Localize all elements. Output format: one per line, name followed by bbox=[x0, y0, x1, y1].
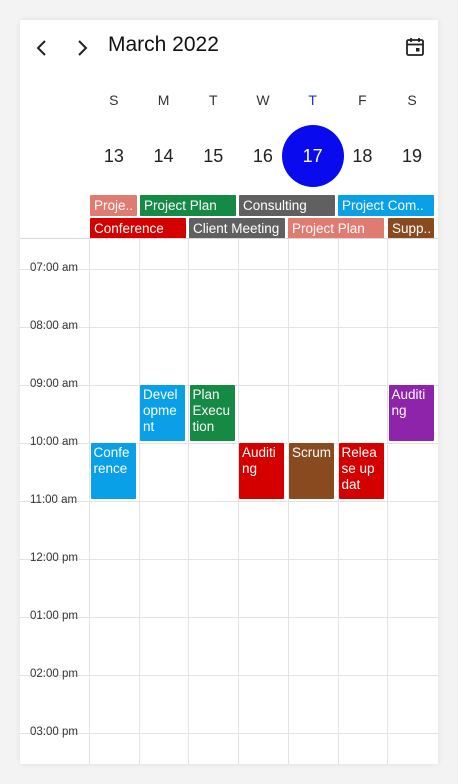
chevron-right-icon bbox=[78, 40, 88, 56]
today-button[interactable] bbox=[404, 36, 428, 60]
day-number[interactable]: 16 bbox=[238, 146, 288, 166]
calendar-card: March 2022 S M T W T F S 13 14 15 16 17 … bbox=[20, 20, 438, 764]
appointment[interactable]: Conference bbox=[90, 443, 136, 499]
day-number[interactable]: 18 bbox=[338, 146, 388, 166]
weekday-name-today: T bbox=[308, 92, 317, 108]
hour-line bbox=[20, 675, 438, 676]
appointment[interactable]: Plan Execution bbox=[189, 385, 235, 441]
allday-event[interactable]: Project Plan bbox=[140, 195, 236, 216]
day-number[interactable]: 14 bbox=[139, 146, 189, 166]
allday-event[interactable]: Project Com.. bbox=[338, 195, 434, 216]
hour-line bbox=[20, 269, 438, 270]
hour-line bbox=[20, 733, 438, 734]
day-number-today[interactable]: 17 bbox=[288, 146, 338, 166]
allday-event[interactable]: Conference bbox=[90, 218, 186, 239]
weekday-name: S bbox=[109, 92, 119, 108]
weekday-name: M bbox=[157, 92, 170, 108]
weekday-name: S bbox=[407, 92, 417, 108]
time-label: 12:00 pm bbox=[30, 552, 78, 564]
time-label: 02:00 pm bbox=[30, 668, 78, 680]
hour-line bbox=[20, 327, 438, 328]
day-number[interactable]: 15 bbox=[188, 146, 238, 166]
appointment[interactable]: Release updat bbox=[338, 443, 384, 499]
next-month-button[interactable] bbox=[68, 34, 96, 62]
time-grid[interactable]: 07:00 am 08:00 am 09:00 am 10:00 am 11:0… bbox=[20, 238, 438, 764]
chevron-left-icon bbox=[36, 40, 46, 56]
weekday-name: W bbox=[256, 92, 270, 108]
calendar-header: March 2022 bbox=[20, 20, 438, 76]
day-number[interactable]: 19 bbox=[387, 146, 437, 166]
weekday-name: F bbox=[358, 92, 367, 108]
time-label: 07:00 am bbox=[30, 262, 78, 274]
appointment[interactable]: Scrum bbox=[289, 443, 334, 499]
day-number[interactable]: 13 bbox=[89, 146, 139, 166]
previous-month-button[interactable] bbox=[28, 34, 56, 62]
time-label: 01:00 pm bbox=[30, 610, 78, 622]
time-label: 10:00 am bbox=[30, 436, 78, 448]
calendar-icon bbox=[406, 38, 424, 56]
allday-event[interactable]: Proje.. bbox=[90, 195, 137, 216]
allday-event[interactable]: Client Meeting bbox=[189, 218, 285, 239]
month-title[interactable]: March 2022 bbox=[108, 33, 219, 57]
time-label: 08:00 am bbox=[30, 320, 78, 332]
allday-event[interactable]: Consulting bbox=[239, 195, 335, 216]
allday-event[interactable]: Supp.. bbox=[388, 218, 434, 239]
appointment[interactable]: Auditing bbox=[239, 443, 284, 499]
hour-line bbox=[20, 501, 438, 502]
time-label: 11:00 am bbox=[30, 494, 78, 506]
hour-line bbox=[20, 559, 438, 560]
time-label: 09:00 am bbox=[30, 378, 78, 390]
appointment[interactable]: Auditing bbox=[388, 385, 434, 441]
hour-line bbox=[20, 617, 438, 618]
time-label: 03:00 pm bbox=[30, 726, 78, 738]
appointment[interactable]: Development bbox=[140, 385, 185, 441]
weekday-name: T bbox=[208, 92, 218, 108]
allday-event[interactable]: Project Plan bbox=[288, 218, 384, 239]
